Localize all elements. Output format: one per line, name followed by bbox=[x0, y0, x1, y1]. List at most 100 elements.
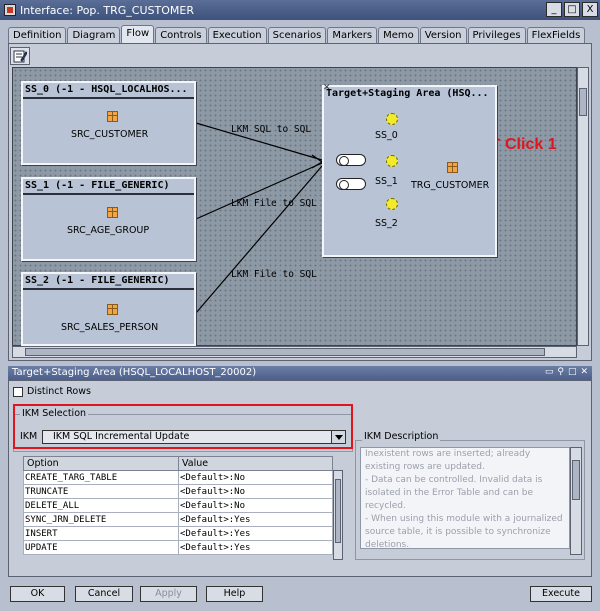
annotation-highlight-box bbox=[13, 404, 353, 449]
panel-title-text: Target+Staging Area (HSQL_LOCALHOST_2000… bbox=[12, 367, 257, 378]
datastore-icon bbox=[107, 207, 118, 218]
description-line: isolated in the Error Table and can be bbox=[365, 488, 534, 498]
scroll-thumb[interactable] bbox=[572, 460, 580, 500]
help-button[interactable]: Help bbox=[206, 586, 263, 602]
option-name: TRUNCATE bbox=[23, 484, 179, 499]
table-row[interactable]: TRUNCATE <Default>:No bbox=[23, 484, 333, 499]
tab-scenarios[interactable]: Scenarios bbox=[267, 27, 327, 43]
option-name: DELETE_ALL bbox=[23, 498, 179, 513]
description-line: deletions. bbox=[365, 540, 410, 549]
ikm-description-text: Inexistent rows are inserted; already ex… bbox=[360, 447, 570, 549]
tab-memo[interactable]: Memo bbox=[378, 27, 419, 43]
flow-label-ss0[interactable]: LKM SQL to SQL bbox=[231, 124, 311, 135]
option-name: UPDATE bbox=[23, 540, 179, 555]
gear-icon bbox=[386, 113, 398, 125]
description-line: recycled. bbox=[365, 501, 406, 511]
description-line: - When using this module with a journali… bbox=[365, 514, 563, 524]
source-header-ss2: SS_2 (-1 - FILE_GENERIC) bbox=[23, 274, 194, 290]
source-header-ss0: SS_0 (-1 - HSQL_LOCALHOS... bbox=[23, 83, 194, 99]
minimize-button[interactable]: _ bbox=[546, 2, 562, 17]
distinct-rows-label: Distinct Rows bbox=[27, 386, 91, 397]
maximize-button[interactable]: □ bbox=[564, 2, 580, 17]
join-icon[interactable] bbox=[336, 178, 366, 190]
source-name-ss2: SRC_SALES_PERSON bbox=[61, 322, 159, 333]
tab-diagram[interactable]: Diagram bbox=[67, 27, 121, 43]
apply-button[interactable]: Apply bbox=[140, 586, 197, 602]
target-datastore-name: TRG_CUSTOMER bbox=[411, 180, 490, 191]
tab-version[interactable]: Version bbox=[419, 27, 467, 43]
gear-icon bbox=[386, 155, 398, 167]
datastore-icon bbox=[107, 111, 118, 122]
option-value[interactable]: <Default>:No bbox=[178, 484, 333, 499]
option-value[interactable]: <Default>:No bbox=[178, 498, 333, 513]
target-node-ss1: SS_1 bbox=[375, 176, 398, 187]
edit-icon bbox=[13, 50, 27, 63]
close-icon[interactable]: ✕ bbox=[323, 83, 331, 93]
datastore-icon bbox=[107, 304, 118, 315]
tab-flexfields[interactable]: FlexFields bbox=[526, 27, 586, 43]
float-panel-icon[interactable]: □ bbox=[568, 366, 577, 379]
option-value[interactable]: <Default>:Yes bbox=[178, 526, 333, 541]
description-line: source table, it is possible to synchron… bbox=[365, 527, 551, 537]
tab-controls[interactable]: Controls bbox=[155, 27, 207, 43]
window-controls: _ □ X bbox=[546, 2, 598, 17]
tab-privileges[interactable]: Privileges bbox=[467, 27, 526, 43]
source-name-ss1: SRC_AGE_GROUP bbox=[67, 225, 150, 236]
execute-button[interactable]: Execute bbox=[530, 586, 592, 602]
option-name: CREATE_TARG_TABLE bbox=[23, 470, 179, 485]
table-row[interactable]: CREATE_TARG_TABLE <Default>:No bbox=[23, 470, 333, 485]
option-column-header[interactable]: Option bbox=[23, 456, 179, 471]
minimize-panel-icon[interactable]: ▭ bbox=[545, 366, 554, 379]
source-box-ss2[interactable]: SS_2 (-1 - FILE_GENERIC) SRC_SALES_PERSO… bbox=[21, 272, 196, 346]
value-column-header[interactable]: Value bbox=[178, 456, 333, 471]
option-value[interactable]: <Default>:Yes bbox=[178, 540, 333, 555]
option-name: SYNC_JRN_DELETE bbox=[23, 512, 179, 527]
description-line: existing rows are updated. bbox=[365, 462, 485, 472]
close-button[interactable]: X bbox=[582, 2, 598, 17]
description-scrollbar[interactable] bbox=[570, 447, 582, 555]
tab-definition[interactable]: Definition bbox=[8, 27, 67, 43]
pin-icon[interactable]: ⚲ bbox=[557, 366, 564, 379]
diagram-vertical-scrollbar[interactable] bbox=[577, 67, 589, 346]
edit-diagram-button[interactable] bbox=[10, 47, 30, 65]
source-box-ss1[interactable]: SS_1 (-1 - FILE_GENERIC) SRC_AGE_GROUP bbox=[21, 177, 196, 261]
source-header-ss1: SS_1 (-1 - FILE_GENERIC) bbox=[23, 179, 194, 195]
scroll-thumb[interactable] bbox=[335, 479, 341, 543]
option-value[interactable]: <Default>:No bbox=[178, 470, 333, 485]
table-row[interactable]: UPDATE <Default>:Yes bbox=[23, 540, 333, 555]
tab-flow[interactable]: Flow bbox=[121, 25, 155, 43]
options-header-row: Option Value bbox=[23, 456, 333, 471]
ok-button[interactable]: OK bbox=[10, 586, 65, 602]
panel-controls: ▭ ⚲ □ ✕ bbox=[545, 366, 588, 379]
option-value[interactable]: <Default>:Yes bbox=[178, 512, 333, 527]
description-line: - Data can be controlled. Invalid data i… bbox=[365, 475, 543, 485]
table-row[interactable]: SYNC_JRN_DELETE <Default>:Yes bbox=[23, 512, 333, 527]
target-header: Target+Staging Area (HSQ... bbox=[326, 88, 489, 99]
options-table-scrollbar[interactable] bbox=[333, 470, 343, 560]
table-row[interactable]: DELETE_ALL <Default>:No bbox=[23, 498, 333, 513]
app-icon bbox=[4, 4, 16, 16]
scroll-thumb[interactable] bbox=[25, 348, 545, 356]
window-title-bar: Interface: Pop. TRG_CUSTOMER _ □ X bbox=[0, 0, 600, 20]
description-line: Inexistent rows are inserted; already bbox=[365, 449, 531, 459]
flow-label-ss1[interactable]: LKM File to SQL bbox=[231, 198, 317, 209]
window-title: Interface: Pop. TRG_CUSTOMER bbox=[20, 3, 194, 17]
distinct-rows-checkbox[interactable] bbox=[13, 387, 23, 397]
cancel-button[interactable]: Cancel bbox=[75, 586, 133, 602]
property-panel-title: Target+Staging Area (HSQL_LOCALHOST_2000… bbox=[8, 366, 592, 380]
close-panel-icon[interactable]: ✕ bbox=[580, 366, 588, 379]
table-row[interactable]: INSERT <Default>:Yes bbox=[23, 526, 333, 541]
tab-execution[interactable]: Execution bbox=[207, 27, 267, 43]
source-box-ss0[interactable]: SS_0 (-1 - HSQL_LOCALHOS... SRC_CUSTOMER bbox=[21, 81, 196, 165]
source-name-ss0: SRC_CUSTOMER bbox=[71, 129, 149, 140]
annotation-click1: Click 1 bbox=[505, 136, 557, 153]
scroll-thumb[interactable] bbox=[579, 88, 587, 116]
join-icon[interactable] bbox=[336, 154, 366, 166]
diagram-horizontal-scrollbar[interactable] bbox=[12, 346, 577, 358]
tab-markers[interactable]: Markers bbox=[327, 27, 378, 43]
target-node-ss0: SS_0 bbox=[375, 130, 398, 141]
flow-label-ss2[interactable]: LKM File to SQL bbox=[231, 269, 317, 280]
ikm-description-title: IKM Description bbox=[362, 431, 441, 442]
target-staging-box[interactable]: Target+Staging Area (HSQ... bbox=[322, 85, 497, 257]
gear-icon bbox=[386, 198, 398, 210]
